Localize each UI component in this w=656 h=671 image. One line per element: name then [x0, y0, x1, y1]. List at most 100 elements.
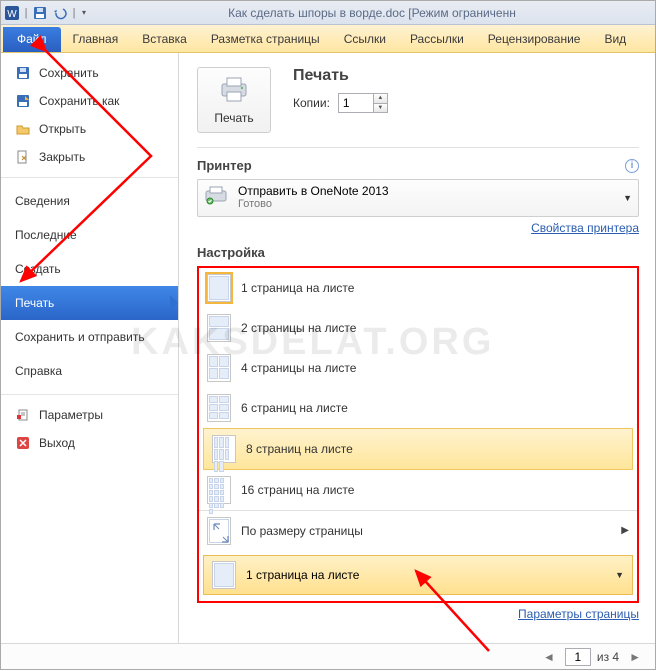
tab-home[interactable]: Главная [61, 27, 131, 52]
page-of-label: из 4 [597, 650, 619, 664]
option-16-pages[interactable]: 16 страниц на листе [199, 470, 637, 510]
word-app-icon: W [3, 4, 21, 22]
printer-label-text: Принтер [197, 158, 252, 173]
sidebar-close[interactable]: Закрыть [1, 143, 178, 171]
sidebar-options[interactable]: Параметры [1, 401, 178, 429]
option-4-pages[interactable]: 4 страницы на листе [199, 348, 637, 388]
sidebar-label: Справка [15, 364, 62, 378]
annotation-highlight-box: 1 страница на листе 2 страницы на листе … [197, 266, 639, 603]
option-scale-to-page[interactable]: По размеру страницы ▶ [199, 510, 637, 551]
chevron-down-icon: ▼ [615, 570, 624, 580]
sidebar-label: Создать [15, 262, 61, 276]
thumb-4-icon [207, 354, 231, 382]
sidebar-open[interactable]: Открыть [1, 115, 178, 143]
sidebar-new[interactable]: Создать [1, 252, 178, 286]
settings-section-label: Настройка [197, 245, 639, 260]
option-2-pages[interactable]: 2 страницы на листе [199, 308, 637, 348]
printer-dropdown[interactable]: Отправить в OneNote 2013 Готово ▼ [197, 179, 639, 217]
spin-down-icon[interactable]: ▼ [373, 104, 387, 113]
copies-label: Копии: [293, 96, 330, 110]
thumb-1-icon [212, 561, 236, 589]
qat-separator-2: | [71, 4, 77, 22]
option-6-pages[interactable]: 6 страниц на листе [199, 388, 637, 428]
tab-review[interactable]: Рецензирование [476, 27, 593, 52]
thumb-8-icon [212, 435, 236, 463]
folder-open-icon [15, 121, 31, 137]
sidebar-label: Сведения [15, 194, 70, 208]
copies-spinner[interactable]: ▲▼ [338, 93, 388, 113]
qat-dropdown-icon[interactable]: ▾ [79, 4, 89, 22]
tab-page-layout[interactable]: Разметка страницы [199, 27, 332, 52]
backstage-main: Печать Печать Копии: ▲▼ Принтер i [179, 53, 655, 643]
next-page-icon[interactable]: ► [625, 650, 645, 664]
undo-icon[interactable] [51, 4, 69, 22]
save-icon[interactable] [31, 4, 49, 22]
tab-references[interactable]: Ссылки [332, 27, 398, 52]
tab-view[interactable]: Вид [592, 27, 638, 52]
title-bar: W | | ▾ Как сделать шпоры в ворде.doc [Р… [1, 1, 655, 25]
save-as-icon [15, 93, 31, 109]
sidebar-recent[interactable]: Последние [1, 218, 178, 252]
spin-up-icon[interactable]: ▲ [373, 94, 387, 104]
chevron-right-icon: ▶ [621, 525, 629, 536]
sidebar-exit[interactable]: Выход [1, 429, 178, 457]
print-heading: Печать [293, 67, 388, 85]
print-button[interactable]: Печать [197, 67, 271, 133]
option-label: 1 страница на листе [241, 281, 354, 295]
page-navigator: ◄ из 4 ► [1, 643, 655, 669]
sidebar-save-as[interactable]: Сохранить как [1, 87, 178, 115]
tab-file[interactable]: Файл [3, 27, 61, 52]
info-icon[interactable]: i [625, 159, 639, 173]
sidebar-label: Сохранить и отправить [15, 330, 145, 344]
thumb-16-icon [207, 476, 231, 504]
sidebar-help[interactable]: Справка [1, 354, 178, 388]
prev-page-icon[interactable]: ◄ [539, 650, 559, 664]
page-number-input[interactable] [565, 648, 591, 666]
save-icon [15, 65, 31, 81]
thumb-2-icon [207, 314, 231, 342]
sidebar-label: Параметры [39, 408, 103, 422]
pages-per-sheet-dropdown[interactable]: 1 страница на листе ▼ [203, 555, 633, 595]
sidebar-print[interactable]: Печать [1, 286, 178, 320]
backstage: Сохранить Сохранить как Открыть Закрыть … [1, 53, 655, 643]
option-8-pages[interactable]: 8 страниц на листе [203, 428, 633, 470]
copies-input[interactable] [339, 94, 373, 112]
option-1-page[interactable]: 1 страница на листе [199, 268, 637, 308]
scale-icon [207, 517, 231, 545]
settings-label-text: Настройка [197, 245, 265, 260]
sidebar-label: Сохранить [39, 66, 99, 80]
option-label: 8 страниц на листе [246, 442, 353, 456]
printer-section-label: Принтер i [197, 158, 639, 173]
divider [197, 147, 639, 148]
sidebar-info[interactable]: Сведения [1, 184, 178, 218]
sidebar-label: Открыть [39, 122, 86, 136]
svg-text:W: W [7, 9, 17, 20]
sidebar-separator [1, 394, 178, 395]
options-icon [15, 407, 31, 423]
dropdown-selected-label: 1 страница на листе [246, 568, 359, 582]
tab-mailings[interactable]: Рассылки [398, 27, 476, 52]
window-title: Как сделать шпоры в ворде.doc [Режим огр… [89, 6, 655, 20]
sidebar-label: Закрыть [39, 150, 85, 164]
option-label: По размеру страницы [241, 524, 363, 538]
quick-access-toolbar: W | | ▾ [1, 4, 89, 22]
sidebar-label: Сохранить как [39, 94, 119, 108]
sidebar-label: Выход [39, 436, 75, 450]
sidebar-save[interactable]: Сохранить [1, 59, 178, 87]
chevron-down-icon: ▼ [623, 193, 632, 203]
printer-properties-link[interactable]: Свойства принтера [197, 221, 639, 235]
option-label: 4 страницы на листе [241, 361, 356, 375]
close-doc-icon [15, 149, 31, 165]
sidebar-separator [1, 177, 178, 178]
tab-insert[interactable]: Вставка [130, 27, 199, 52]
printer-device-icon [204, 185, 230, 210]
sidebar-label: Печать [15, 296, 54, 310]
ribbon-tabs: Файл Главная Вставка Разметка страницы С… [1, 25, 655, 53]
printer-icon [218, 76, 250, 107]
thumb-6-icon [207, 394, 231, 422]
page-setup-link[interactable]: Параметры страницы [197, 607, 639, 621]
printer-status: Готово [238, 198, 615, 211]
printer-name: Отправить в OneNote 2013 [238, 184, 615, 198]
sidebar-share[interactable]: Сохранить и отправить [1, 320, 178, 354]
print-button-label: Печать [214, 111, 253, 125]
